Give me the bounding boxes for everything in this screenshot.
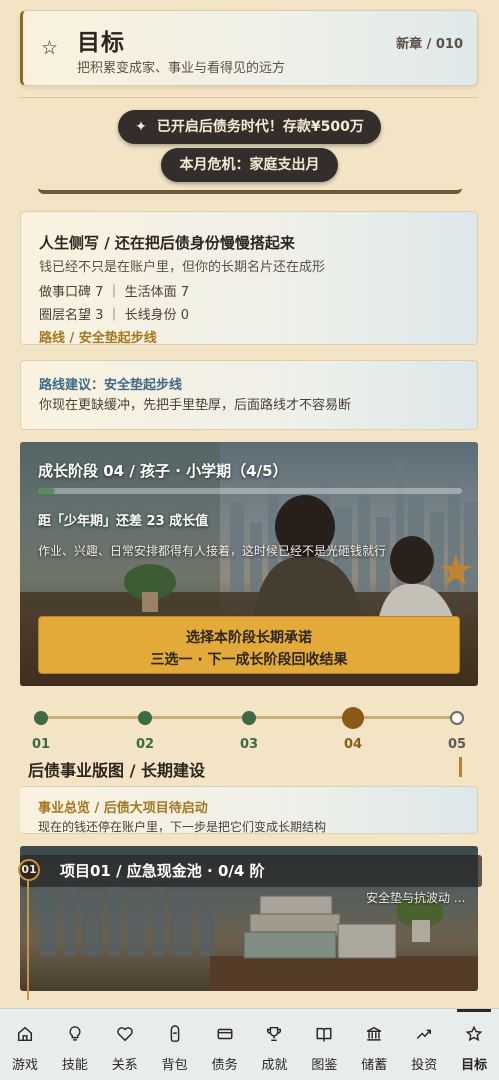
nav-label: 游戏 [11,1058,38,1073]
project-title: 项目01 / 应急现金池 · 0/4 阶 [60,862,265,880]
nav-label: 关系 [111,1058,138,1073]
growth-requirement: 距「少年期」还差 23 成长值 [38,514,209,529]
growth-stage-card: 成长阶段 04 / 孩子 · 小学期（4/5） 距「少年期」还差 23 成长值 … [20,442,478,686]
choose-commitment-button[interactable]: 选择本阶段长期承诺 三选一 · 下一成长阶段回收结果 [38,616,460,674]
monthly-crisis-text: 本月危机：家庭支出月 [179,157,320,173]
growth-progress-bar [38,488,462,494]
monthly-crisis-banner[interactable]: 本月危机：家庭支出月 [161,148,338,182]
timeline-dot-05[interactable] [450,711,464,725]
trophy-icon [250,1025,300,1049]
goal-header: ☆ 目标 把积累变成家、事业与看得见的远方 新章 / 010 [20,10,478,86]
project-tag: 安全垫与抗波动 ... [366,891,466,905]
life-route-label: 路线 / 安全垫起步线 [39,331,157,346]
life-stats-row-2: 圈层名望 3 ｜ 长线身份 0 [39,308,190,323]
timeline-dot-02[interactable] [138,711,152,725]
business-overview-desc: 现在的钱还停在账户里，下一步是把它们变成长期结构 [38,820,327,834]
nav-item-2[interactable]: 技能 [50,1009,100,1080]
divider [20,97,478,98]
life-profile-desc: 钱已经不只是在账户里，但你的长期名片还在成形 [39,260,326,275]
timeline-label-01: 01 [31,737,51,752]
life-stats-row-1: 做事口碑 7 ｜ 生活体面 7 [39,285,190,300]
star-icon: ☆ [41,37,59,59]
timeline-dot-01[interactable] [34,711,48,725]
scroll-area[interactable]: ☆ 目标 把积累变成家、事业与看得见的远方 新章 / 010 ✦ 已开启后债务时代… [0,0,499,1008]
nav-label: 成就 [261,1058,288,1073]
route-suggestion-desc: 你现在更缺缓冲，先把手里垫厚，后面路线才不容易断 [39,398,352,413]
lightbulb-icon [50,1025,100,1049]
nav-label: 图鉴 [311,1058,338,1073]
nav-label: 债务 [211,1058,238,1073]
timeline-dot-03[interactable] [242,711,256,725]
nav-label: 目标 [461,1058,488,1073]
route-suggestion-card: 路线建议：安全垫起步线 你现在更缺缓冲，先把手里垫厚，后面路线才不容易断 [20,360,478,430]
debt-era-text: 已开启后债务时代！存款¥500万 [156,119,364,135]
growth-stage-desc: 作业、兴趣、日常安排都得有人接着，这时候已经不是光砸钱就行 [38,544,387,558]
section-accent [459,757,462,777]
page-subtitle: 把积累变成家、事业与看得见的远方 [77,61,286,76]
timeline-dot-04[interactable] [342,707,364,729]
debt-era-banner[interactable]: ✦ 已开启后债务时代！存款¥500万 [118,110,381,144]
growth-progress-fill [38,488,55,494]
timeline-label-03: 03 [239,737,259,752]
sparkle-icon: ✦ [135,119,147,135]
trend-icon [399,1025,449,1049]
nav-item-10[interactable]: 目标 [449,1009,499,1080]
nav-item-6[interactable]: 成就 [250,1009,300,1080]
bag-icon [150,1025,200,1049]
nav-label: 投资 [411,1058,438,1073]
chapter-indicator: 新章 / 010 [396,37,463,52]
nav-item-9[interactable]: 投资 [399,1009,449,1080]
life-profile-title: 人生侧写 / 还在把后债身份慢慢搭起来 [39,234,295,252]
nav-item-3[interactable]: 关系 [100,1009,150,1080]
business-overview-title: 事业总览 / 后债大项目待启动 [38,801,208,816]
bank-icon [349,1025,399,1049]
home-icon [0,1025,50,1049]
nav-item-5[interactable]: 债务 [200,1009,250,1080]
nav-item-4[interactable]: 背包 [150,1009,200,1080]
commitment-button-line-2: 三选一 · 下一成长阶段回收结果 [150,652,348,668]
book-icon [299,1025,349,1049]
bottom-nav: 游戏 技能 关系 背包 债务 成就 图鉴 储蓄 投资 目标 [0,1008,499,1080]
nav-item-8[interactable]: 储蓄 [349,1009,399,1080]
timeline-label-05: 05 [447,737,467,752]
page-title: 目标 [77,30,125,56]
heart-icon [100,1025,150,1049]
card-icon [200,1025,250,1049]
banner-underline [38,184,462,194]
nav-item-1[interactable]: 游戏 [0,1009,50,1080]
section-title: 后债事业版图 / 长期建设 [28,761,205,780]
project-connector [27,880,29,1000]
business-overview-card: 事业总览 / 后债大项目待启动 现在的钱还停在账户里，下一步是把它们变成长期结构 [20,786,478,834]
nav-label: 背包 [161,1058,188,1073]
route-suggestion-title: 路线建议：安全垫起步线 [39,378,183,393]
growth-stage-title: 成长阶段 04 / 孩子 · 小学期（4/5） [38,462,288,480]
life-profile-card: 人生侧写 / 还在把后债身份慢慢搭起来 钱已经不只是在账户里，但你的长期名片还在… [20,211,478,346]
nav-item-7[interactable]: 图鉴 [299,1009,349,1080]
nav-label: 储蓄 [361,1058,388,1073]
nav-label: 技能 [61,1058,88,1073]
timeline-label-04: 04 [343,737,363,752]
star-icon [449,1025,499,1049]
project-number-badge: 01 [18,859,40,881]
commitment-button-line-1: 选择本阶段长期承诺 [186,630,312,646]
timeline-label-02: 02 [135,737,155,752]
